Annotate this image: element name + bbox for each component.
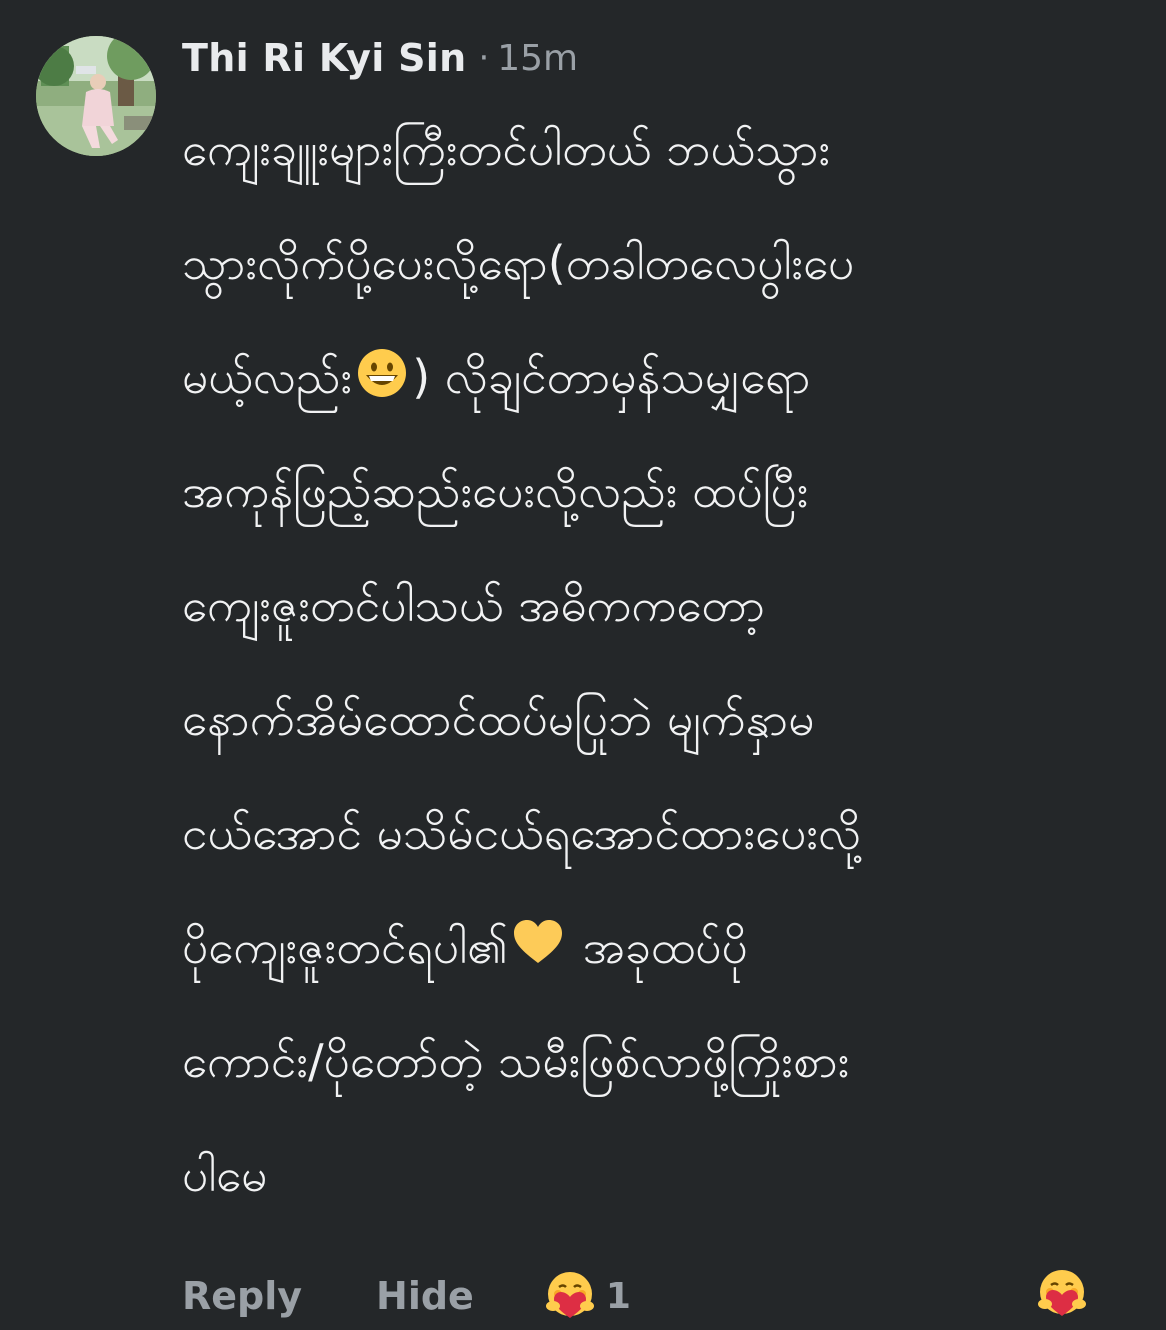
comment-actions: Reply Hide 1 [182, 1268, 1102, 1324]
comment-line: သွားလိုက်ပို့ပေးလို့ရော(တခါတလေပွါးပေ [182, 236, 855, 290]
separator-dot: · [478, 38, 490, 78]
comment-line: ကောင်း/ပိုတော်တဲ့ သမီးဖြစ်လာဖို့ကြိုးစား [182, 1034, 850, 1088]
comment-line: နောက်အိမ်ထောင်ထပ်မပြုဘဲ မျက်နှာမ [182, 692, 815, 746]
comment-line: ပိုကျေးဇူးတင်ရပါ၏ အခုထပ်ပို [182, 890, 1122, 1004]
comment-line-part: မယ့်လည်း [182, 350, 353, 404]
reply-button[interactable]: Reply [182, 1274, 302, 1318]
grinning-face-icon [358, 349, 407, 397]
comment-line: ပါမေ [182, 1148, 268, 1202]
avatar[interactable] [36, 36, 156, 156]
reaction-count: 1 [605, 1275, 631, 1317]
comment-body: ကျေးချူးများကြီးတင်ပါတယ် ဘယ်သွား သွားလို… [182, 92, 1122, 1232]
hugging-heart-face-icon [1038, 1270, 1086, 1316]
comment-line: ကျေးဇူးတင်ပါသယ် အဓိကကတော့ [182, 578, 766, 632]
comment-card: Thi Ri Kyi Sin · 15m ကျေးချူးများကြီးတင်… [0, 0, 1166, 1330]
author-name[interactable]: Thi Ri Kyi Sin [182, 36, 466, 80]
yellow-heart-icon [514, 920, 563, 963]
avatar-photo [36, 36, 156, 156]
hugging-heart-face-icon [545, 1272, 594, 1318]
reaction-summary[interactable]: 1 [544, 1270, 631, 1322]
comment-line: ငယ်အောင် မသိမ်ငယ်ရအောင်ထားပေးလို့ [182, 806, 862, 860]
hide-button[interactable]: Hide [376, 1274, 474, 1318]
comment-line: ကျေးချူးများကြီးတင်ပါတယ် ဘယ်သွား [182, 122, 831, 176]
comment-line-part: အခုထပ်ပို [568, 920, 748, 974]
react-button[interactable] [1036, 1268, 1088, 1320]
comment-timestamp: 15m [497, 37, 579, 79]
comment-line: အကုန်ဖြည့်ဆည်းပေးလို့လည်း ထပ်ပြီး [182, 464, 809, 518]
comment-line-part: ပိုကျေးဇူးတင်ရပါ၏ [182, 920, 509, 974]
comment-line: မယ့်လည်း ) လိုချင်တာမှန်သမျှရော [182, 320, 1122, 434]
comment-header: Thi Ri Kyi Sin · 15m [182, 36, 578, 80]
comment-line-part: ) လိုချင်တာမှန်သမျှရော [412, 350, 811, 404]
